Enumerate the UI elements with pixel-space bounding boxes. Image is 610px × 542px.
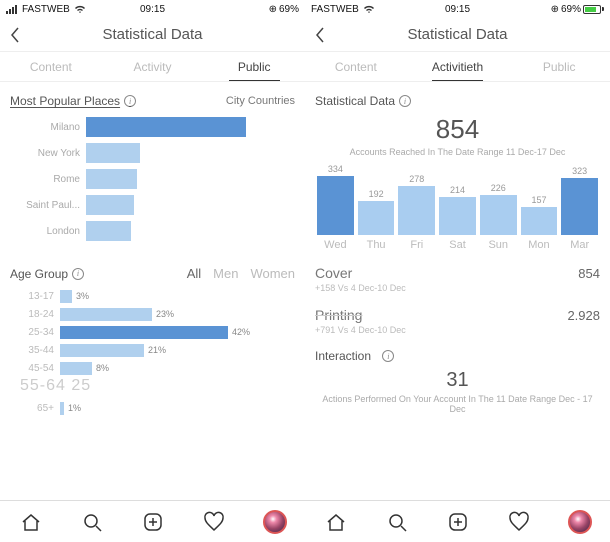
header: Statistical Data <box>305 18 610 52</box>
age-55-row: 55-64 25 <box>20 377 295 395</box>
bar-row: 35-4421% <box>10 341 295 359</box>
tab-content[interactable]: Content <box>305 52 407 81</box>
body: Most Popular Placesi City Countries Mila… <box>0 82 305 542</box>
top-tabs: Content Activitieth Public <box>305 52 610 82</box>
cover-delta: +158 Vs 4 Dec-10 Dec <box>315 283 600 293</box>
info-icon[interactable]: i <box>399 95 411 107</box>
col: 157 <box>521 195 558 235</box>
bar-row: Saint Paul... <box>10 192 295 218</box>
search-icon[interactable] <box>80 510 104 534</box>
printing-delta: +791 Vs 4 Dec-10 Dec <box>315 325 600 335</box>
col: 214 <box>439 185 476 235</box>
bottom-tabbar <box>0 500 305 542</box>
reach-caption: Accounts Reached In The Date Range 11 De… <box>315 147 600 157</box>
signal-icon <box>6 5 18 14</box>
heart-icon[interactable] <box>507 510 531 534</box>
col: 323 <box>561 166 598 235</box>
battery-pct: 69% <box>279 4 299 15</box>
tab-public[interactable]: Public <box>508 52 610 81</box>
bar-row: 18-2423% <box>10 305 295 323</box>
top-tabs: Content Activity Public <box>0 52 305 82</box>
phone-right: FASTWEB 09:15 ⊕ 69% Statistical Data Con… <box>305 0 610 542</box>
bar-row: Milano <box>10 114 295 140</box>
tab-content[interactable]: Content <box>0 52 102 81</box>
info-icon[interactable]: i <box>124 95 136 107</box>
wifi-icon <box>363 5 375 14</box>
phone-left: FASTWEB 09:15 ⊕ 69% Statistical Data Con… <box>0 0 305 542</box>
battery-lock-icon: ⊕ <box>551 4 559 15</box>
tab-public[interactable]: Public <box>203 52 305 81</box>
bar-row: 65+1% <box>10 399 295 417</box>
col: 226 <box>480 183 517 235</box>
info-icon[interactable]: i <box>382 350 394 362</box>
battery-icon <box>583 5 604 14</box>
tab-activity[interactable]: Activitieth <box>407 52 509 81</box>
wifi-icon <box>74 5 86 14</box>
interaction-title: Interaction i <box>315 349 394 363</box>
clock: 09:15 <box>104 4 202 15</box>
home-icon[interactable] <box>19 510 43 534</box>
bar-row: 13-173% <box>10 287 295 305</box>
age-chart: 13-173%18-2423%25-3442%35-4421%45-548% <box>10 287 295 377</box>
places-chart: MilanoNew YorkRomeSaint Paul...London <box>10 114 295 244</box>
bar-row: New York <box>10 140 295 166</box>
col: 192 <box>358 189 395 235</box>
back-button[interactable] <box>0 27 30 43</box>
status-bar: FASTWEB 09:15 ⊕ 69% <box>305 0 610 18</box>
age-title: Age Groupi <box>10 267 84 281</box>
home-icon[interactable] <box>324 510 348 534</box>
header: Statistical Data <box>0 18 305 52</box>
clock: 09:15 <box>409 4 507 15</box>
printing-value: 2.928 <box>567 308 600 323</box>
profile-avatar[interactable] <box>263 510 287 534</box>
body: Statistical Datai 854 Accounts Reached I… <box>305 82 610 542</box>
back-button[interactable] <box>305 27 335 43</box>
cover-label: Cover <box>315 265 352 281</box>
places-toggle[interactable]: City Countries <box>226 95 295 107</box>
printing-label: Printing <box>315 307 362 323</box>
info-icon[interactable]: i <box>72 268 84 280</box>
col: 334 <box>317 164 354 235</box>
tab-activity[interactable]: Activity <box>102 52 204 81</box>
age-segmented[interactable]: All Men Women <box>187 266 295 281</box>
status-bar: FASTWEB 09:15 ⊕ 69% <box>0 0 305 18</box>
add-icon[interactable] <box>446 510 470 534</box>
search-icon[interactable] <box>385 510 409 534</box>
page-title: Statistical Data <box>305 26 610 43</box>
reach-total: 854 <box>315 114 600 145</box>
interaction-caption: Actions Performed On Your Account In The… <box>315 394 600 414</box>
heart-icon[interactable] <box>202 510 226 534</box>
interaction-total: 31 <box>315 369 600 392</box>
battery-pct: 69% <box>561 4 581 15</box>
col: 278 <box>398 174 435 235</box>
places-title: Most Popular Placesi <box>10 94 136 108</box>
bar-row: London <box>10 218 295 244</box>
profile-avatar[interactable] <box>568 510 592 534</box>
cover-value: 854 <box>578 266 600 281</box>
battery-lock-icon: ⊕ <box>269 4 277 15</box>
age-chart-tail: 65+1% <box>10 399 295 417</box>
carrier-label: FASTWEB <box>22 4 70 15</box>
page-title: Statistical Data <box>0 26 305 43</box>
bar-row: Rome <box>10 166 295 192</box>
bottom-tabbar <box>305 500 610 542</box>
add-icon[interactable] <box>141 510 165 534</box>
reach-chart-labels: WedThuFriSatSunMonMar <box>315 239 600 251</box>
bar-row: 25-3442% <box>10 323 295 341</box>
stat-title: Statistical Datai <box>315 94 411 108</box>
carrier-label: FASTWEB <box>311 4 359 15</box>
reach-chart: 334192278214226157323 <box>315 163 600 235</box>
bar-row: 45-548% <box>10 359 295 377</box>
